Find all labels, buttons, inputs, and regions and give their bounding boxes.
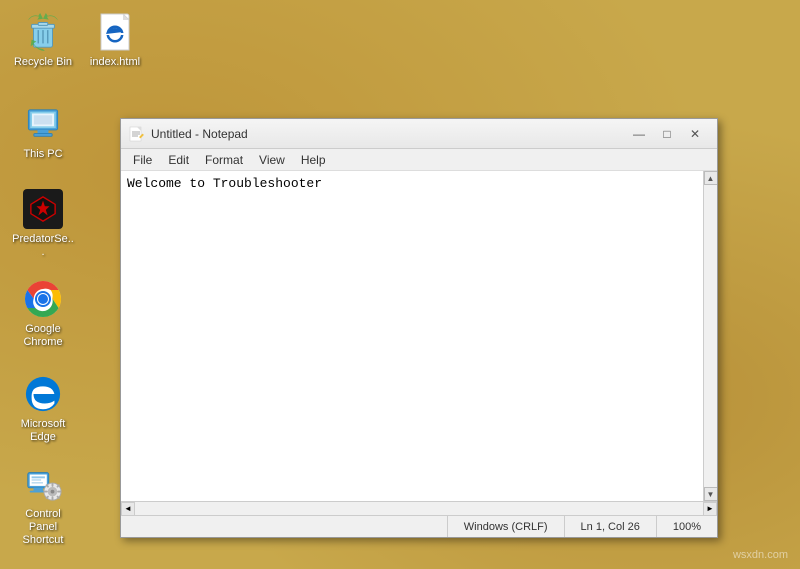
predator-label: PredatorSe... <box>12 233 74 259</box>
titlebar: Untitled - Notepad — □ ✕ <box>121 119 717 149</box>
recycle-bin-label: Recycle Bin <box>14 56 72 69</box>
notepad-app-icon <box>129 126 145 142</box>
notepad-title: Untitled - Notepad <box>151 127 625 141</box>
close-button[interactable]: ✕ <box>681 124 709 144</box>
menu-file[interactable]: File <box>125 151 160 169</box>
zoom-status: 100% <box>656 516 717 537</box>
scroll-up-button[interactable]: ▲ <box>704 171 718 185</box>
maximize-button[interactable]: □ <box>653 124 681 144</box>
notepad-window: Untitled - Notepad — □ ✕ File Edit Forma… <box>120 118 718 538</box>
control-panel-label: Control Panel Shortcut <box>12 508 74 548</box>
predator-icon[interactable]: PredatorSe... <box>8 185 78 263</box>
watermark: wsxdn.com <box>733 549 788 561</box>
index-html-label: index.html <box>90 56 140 69</box>
google-chrome-label: Google Chrome <box>12 323 74 349</box>
scroll-right-button[interactable]: ► <box>703 502 717 516</box>
scroll-left-button[interactable]: ◄ <box>121 502 135 516</box>
position-status: Ln 1, Col 26 <box>564 516 656 537</box>
scroll-down-button[interactable]: ▼ <box>704 487 718 501</box>
menubar: File Edit Format View Help <box>121 149 717 171</box>
vertical-scrollbar[interactable]: ▲ ▼ <box>703 171 717 501</box>
microsoft-edge-label: Microsoft Edge <box>12 418 74 444</box>
control-panel-icon[interactable]: Control Panel Shortcut <box>8 460 78 552</box>
microsoft-edge-icon[interactable]: Microsoft Edge <box>8 370 78 448</box>
google-chrome-icon[interactable]: Google Chrome <box>8 275 78 353</box>
horizontal-scrollbar[interactable]: ◄ ► <box>121 501 717 515</box>
statusbar: Windows (CRLF) Ln 1, Col 26 100% <box>121 515 717 537</box>
menu-format[interactable]: Format <box>197 151 251 169</box>
hscroll-track <box>135 502 703 516</box>
text-area-container: Welcome to Troubleshooter ▲ ▼ <box>121 171 717 501</box>
recycle-bin-icon[interactable]: Recycle Bin <box>8 8 78 73</box>
minimize-button[interactable]: — <box>625 124 653 144</box>
menu-edit[interactable]: Edit <box>160 151 197 169</box>
notepad-text-area[interactable]: Welcome to Troubleshooter <box>121 171 703 501</box>
this-pc-label: This PC <box>23 148 62 161</box>
menu-view[interactable]: View <box>251 151 293 169</box>
index-html-icon[interactable]: index.html <box>80 8 150 73</box>
titlebar-controls: — □ ✕ <box>625 124 709 144</box>
menu-help[interactable]: Help <box>293 151 334 169</box>
this-pc-icon[interactable]: This PC <box>8 100 78 165</box>
encoding-status: Windows (CRLF) <box>447 516 564 537</box>
